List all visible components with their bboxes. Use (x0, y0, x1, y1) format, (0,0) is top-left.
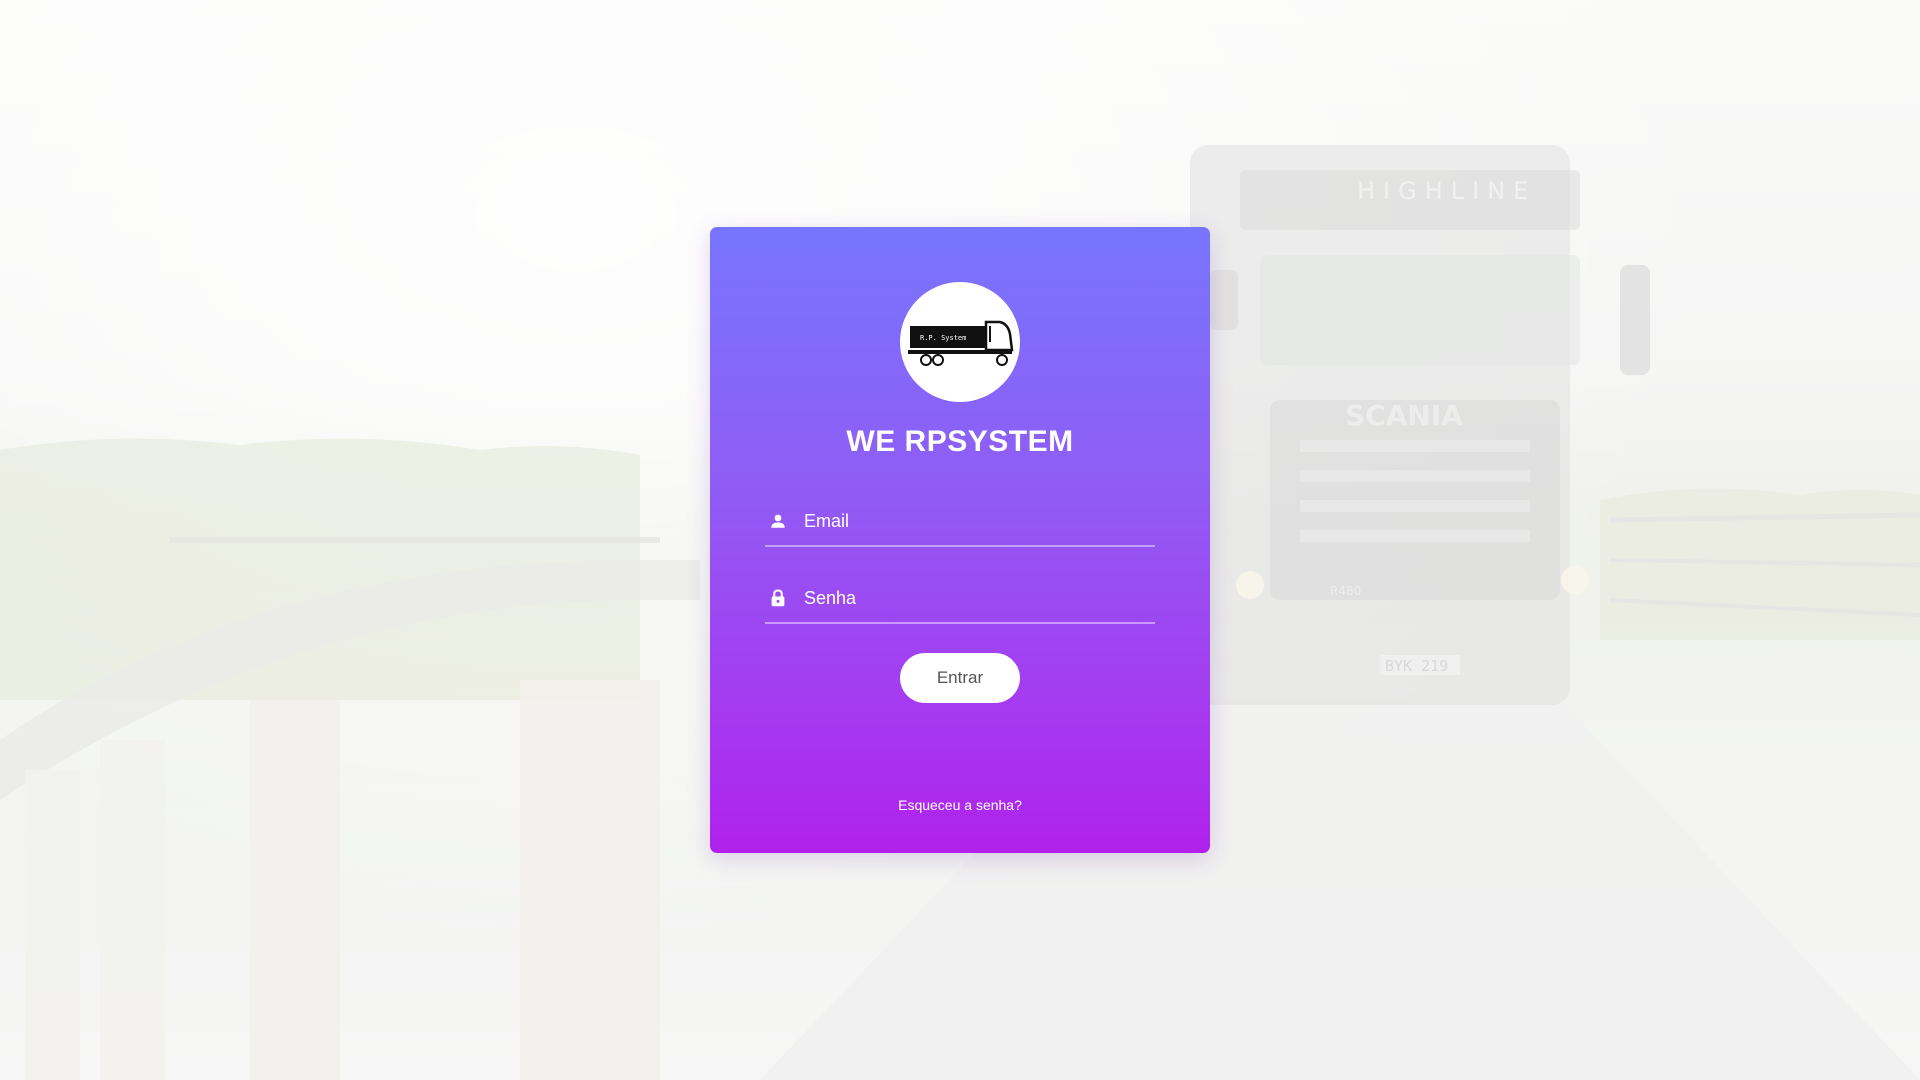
company-logo: R.P. System (900, 282, 1020, 402)
user-icon (768, 511, 788, 531)
app-title: WE RPSYSTEM (846, 425, 1074, 458)
logo-text: R.P. System (920, 334, 966, 342)
login-card: R.P. System WE RPSYSTEM Email Entrar Esq… (710, 227, 1210, 853)
password-field (765, 574, 1155, 624)
login-button[interactable]: Entrar (900, 653, 1020, 703)
email-input[interactable] (804, 501, 1155, 541)
truck-icon: R.P. System (908, 320, 1014, 366)
lock-icon (768, 588, 788, 608)
forgot-password-link[interactable]: Esqueceu a senha? (710, 797, 1210, 813)
email-field (765, 497, 1155, 547)
password-input[interactable] (804, 578, 1155, 618)
